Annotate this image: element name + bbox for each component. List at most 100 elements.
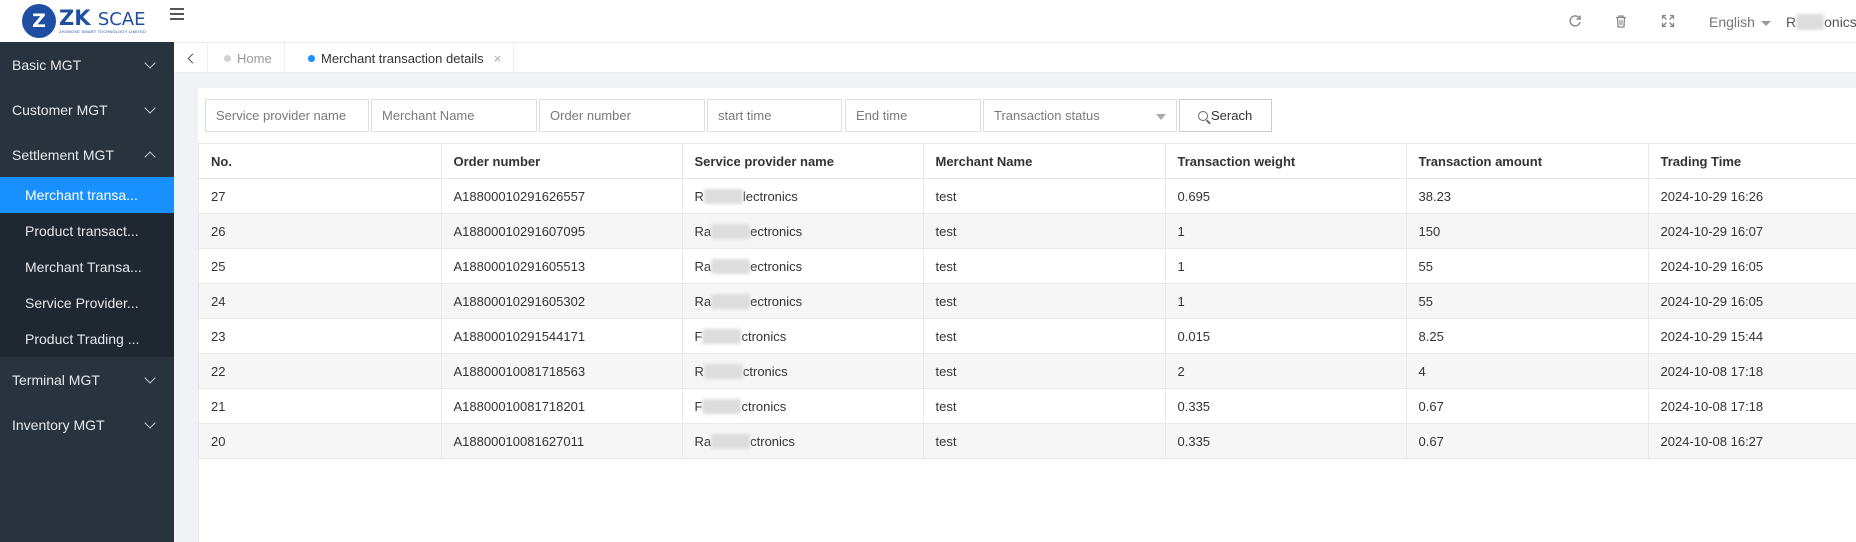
- tab-home[interactable]: Home: [208, 43, 285, 73]
- service-provider-name-prefix: R: [694, 188, 704, 204]
- cell-order-number: A18800010081718201: [441, 388, 683, 424]
- menu-group-label: Basic MGT: [12, 56, 82, 73]
- cell-transaction-weight: 2: [1165, 353, 1407, 389]
- content-gutter: [174, 73, 198, 542]
- service-provider-name-suffix: ectronics: [750, 258, 803, 274]
- menu-group-basic-mgt[interactable]: Basic MGT: [0, 42, 174, 87]
- sidebar-item-product-trading[interactable]: Product Trading ...: [0, 321, 174, 357]
- menu-group-settlement-mgt[interactable]: Settlement MGT: [0, 132, 174, 177]
- column-header-transaction-amount[interactable]: Transaction amount: [1406, 143, 1649, 179]
- cell-trading-time: 2024-10-08 17:18: [1648, 388, 1856, 424]
- logo[interactable]: Z ZK SCAE ZHONGKE SMART TECHNOLOGY LIMIT…: [0, 0, 174, 42]
- fullscreen-icon[interactable]: [1661, 14, 1675, 28]
- column-header-merchant-name[interactable]: Merchant Name: [923, 143, 1166, 179]
- service-provider-name-redacted: xxxxxx: [711, 223, 751, 239]
- start-time-input[interactable]: start time: [707, 99, 842, 132]
- cell-no: 22: [199, 353, 442, 389]
- menu-toggle-bar: [170, 13, 184, 15]
- service-provider-name-prefix: Ra: [694, 433, 712, 449]
- menu-group-customer-mgt[interactable]: Customer MGT: [0, 87, 174, 132]
- user-menu[interactable]: Rxxxxonics: [1786, 14, 1856, 30]
- sidebar-item-service-provider[interactable]: Service Provider...: [0, 285, 174, 321]
- table-row[interactable]: 27A18800010291626557Rxxxxxxlectronicstes…: [199, 178, 1856, 214]
- settlement-submenu: Merchant transa... Product transact... M…: [0, 177, 174, 357]
- cell-trading-time: 2024-10-08 17:18: [1648, 353, 1856, 389]
- transactions-table: No. Order number Service provider name M…: [199, 143, 1856, 459]
- cell-order-number: A18800010291605302: [441, 283, 683, 319]
- table-body: 27A18800010291626557Rxxxxxxlectronicstes…: [199, 178, 1856, 459]
- menu-toggle-bar: [170, 8, 184, 10]
- column-header-no[interactable]: No.: [199, 143, 442, 179]
- service-provider-name-redacted: xxxxxx: [702, 398, 742, 414]
- cell-transaction-weight: 0.335: [1165, 388, 1407, 424]
- cell-transaction-amount: 0.67: [1406, 423, 1649, 459]
- chevron-down-icon: [144, 101, 156, 114]
- service-provider-name-suffix: ctronics: [741, 328, 787, 344]
- service-provider-name-suffix: ectronics: [750, 293, 803, 309]
- table-row[interactable]: 22A18800010081718563Rxxxxxxctronicstest2…: [199, 353, 1856, 389]
- table-row[interactable]: 23A18800010291544171Fxxxxxxctronicstest0…: [199, 318, 1856, 354]
- tabs-bar: Home Merchant transaction details ×: [174, 42, 1856, 73]
- menu-group-label: Settlement MGT: [12, 146, 114, 163]
- table-row[interactable]: 20A18800010081627011Raxxxxxxctronicstest…: [199, 423, 1856, 459]
- search-button[interactable]: Serach: [1179, 99, 1272, 132]
- menu-group-label: Terminal MGT: [12, 371, 100, 388]
- cell-service-provider-name: Raxxxxxxectronics: [682, 213, 924, 249]
- table-row[interactable]: 24A18800010291605302Raxxxxxxectronicstes…: [199, 283, 1856, 319]
- cell-no: 24: [199, 283, 442, 319]
- cell-no: 26: [199, 213, 442, 249]
- table-row[interactable]: 26A18800010291607095Raxxxxxxectronicstes…: [199, 213, 1856, 249]
- table-header-row: No. Order number Service provider name M…: [199, 143, 1856, 179]
- cell-transaction-weight: 1: [1165, 248, 1407, 284]
- sidebar-item-product-transaction[interactable]: Product transact...: [0, 213, 174, 249]
- sidebar-item-merchant-transaction-summary[interactable]: Merchant Transa...: [0, 249, 174, 285]
- menu-toggle-bar: [170, 18, 184, 20]
- language-label: English: [1709, 14, 1755, 30]
- trash-icon[interactable]: [1614, 14, 1628, 28]
- service-provider-name-redacted: xxxxxx: [711, 293, 751, 309]
- menu-group-terminal-mgt[interactable]: Terminal MGT: [0, 357, 174, 402]
- service-provider-name-redacted: xxxxxx: [711, 433, 751, 449]
- column-header-order-number[interactable]: Order number: [441, 143, 683, 179]
- sidebar-item-merchant-transaction-details[interactable]: Merchant transa...: [0, 177, 174, 213]
- column-header-service-provider-name[interactable]: Service provider name: [682, 143, 924, 179]
- language-select[interactable]: English: [1709, 14, 1771, 30]
- menu-toggle-icon[interactable]: [170, 8, 184, 20]
- search-button-label: Serach: [1211, 108, 1253, 123]
- table-row[interactable]: 21A18800010081718201Fxxxxxxctronicstest0…: [199, 388, 1856, 424]
- tab-status-dot: [308, 54, 315, 62]
- cell-order-number: A18800010291607095: [441, 213, 683, 249]
- service-provider-name-input[interactable]: Service provider name: [205, 99, 369, 132]
- service-provider-name-prefix: Ra: [694, 223, 712, 239]
- user-name-prefix: R: [1786, 14, 1797, 30]
- cell-transaction-amount: 55: [1406, 248, 1649, 284]
- close-icon[interactable]: ×: [494, 51, 502, 66]
- sidebar: Z ZK SCAE ZHONGKE SMART TECHNOLOGY LIMIT…: [0, 0, 174, 542]
- menu-group-label: Customer MGT: [12, 101, 108, 118]
- cell-service-provider-name: Raxxxxxxectronics: [682, 248, 924, 284]
- cell-service-provider-name: Rxxxxxxlectronics: [682, 178, 924, 214]
- table-row[interactable]: 25A18800010291605513Raxxxxxxectronicstes…: [199, 248, 1856, 284]
- order-number-input[interactable]: Order number: [539, 99, 705, 132]
- menu-group-inventory-mgt[interactable]: Inventory MGT: [0, 402, 174, 447]
- cell-service-provider-name: Raxxxxxxctronics: [682, 423, 924, 459]
- cell-transaction-amount: 150: [1406, 213, 1649, 249]
- chevron-down-icon: [144, 371, 156, 384]
- refresh-icon[interactable]: [1568, 14, 1582, 28]
- end-time-input[interactable]: End time: [845, 99, 981, 132]
- cell-transaction-weight: 0.695: [1165, 178, 1407, 214]
- column-header-trading-time[interactable]: Trading Time: [1648, 143, 1856, 179]
- column-header-transaction-weight[interactable]: Transaction weight: [1165, 143, 1407, 179]
- service-provider-name-suffix: ctronics: [750, 433, 795, 449]
- tabs-scroll-left-button[interactable]: [174, 43, 208, 73]
- logo-scae: SCAE: [97, 9, 146, 30]
- transaction-status-select[interactable]: Transaction status: [983, 99, 1177, 132]
- main-content: Service provider name Merchant Name Orde…: [198, 88, 1856, 542]
- tab-merchant-transaction-details[interactable]: Merchant transaction details ×: [292, 43, 515, 73]
- cell-service-provider-name: Fxxxxxxctronics: [682, 318, 924, 354]
- service-provider-name-redacted: xxxxxx: [702, 328, 742, 344]
- merchant-name-input[interactable]: Merchant Name: [371, 99, 537, 132]
- trash-icon-svg: [1616, 15, 1626, 28]
- cell-transaction-weight: 1: [1165, 283, 1407, 319]
- top-header: English Rxxxxonics: [170, 0, 1856, 42]
